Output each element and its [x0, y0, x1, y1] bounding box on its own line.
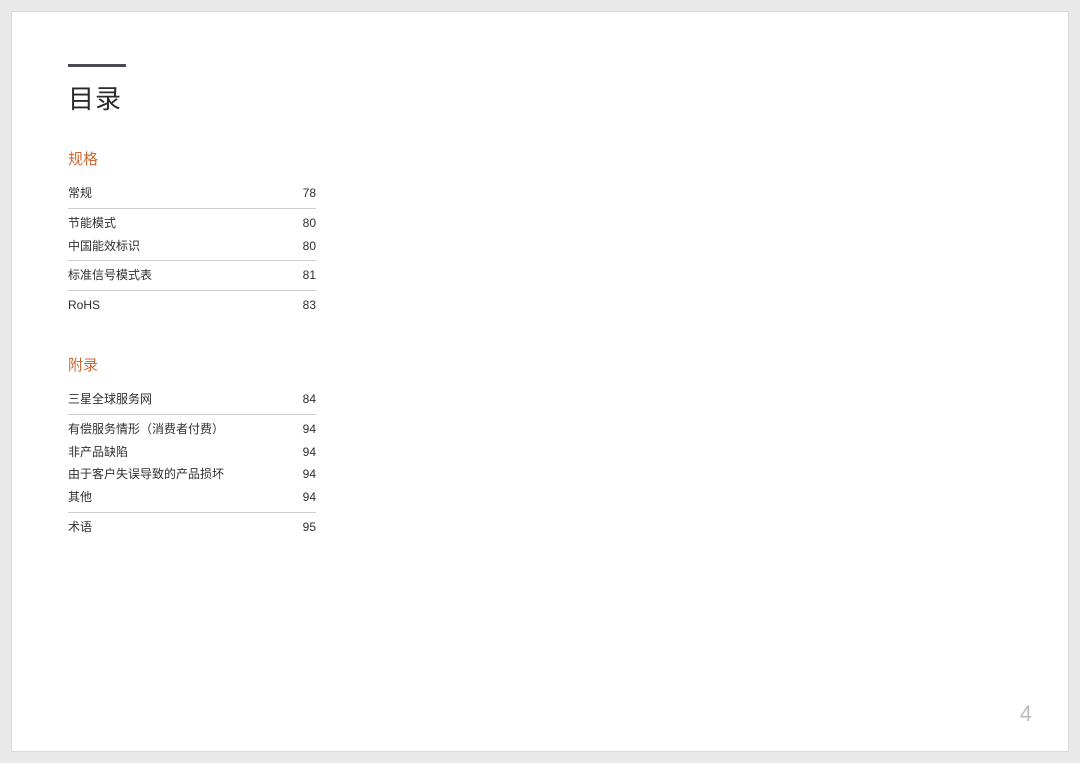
toc-entry[interactable]: 中国能效标识 80: [68, 235, 316, 261]
toc-entry[interactable]: 其他 94: [68, 486, 316, 512]
toc-entry-label: 中国能效标识: [68, 238, 292, 255]
toc-entry-label: 由于客户失误导致的产品损坏: [68, 466, 292, 483]
toc-entry[interactable]: 节能模式 80: [68, 209, 316, 235]
toc-entry[interactable]: 由于客户失误导致的产品损坏 94: [68, 463, 316, 486]
toc-entry-label: 其他: [68, 489, 292, 506]
title-rule: [68, 64, 126, 67]
toc-entry-page: 80: [292, 216, 316, 230]
toc-entry-page: 80: [292, 239, 316, 253]
toc-entry[interactable]: 三星全球服务网 84: [68, 385, 316, 414]
toc-entry[interactable]: 常规 78: [68, 179, 316, 208]
toc-entry-label: 有偿服务情形（消费者付费）: [68, 421, 292, 438]
toc-group: 三星全球服务网 84: [68, 385, 316, 414]
toc-entry[interactable]: 非产品缺陷 94: [68, 441, 316, 464]
toc-section-specs: 规格 常规 78 节能模式 80 中国能效标识 80 标准: [68, 148, 316, 320]
page-number: 4: [1020, 701, 1032, 727]
toc-entry-page: 94: [292, 422, 316, 436]
toc-entry-page: 81: [292, 268, 316, 282]
toc-entry[interactable]: RoHS 83: [68, 291, 316, 320]
toc-entry-label: 节能模式: [68, 215, 292, 232]
toc-entry[interactable]: 标准信号模式表 81: [68, 261, 316, 290]
toc-group: 常规 78: [68, 179, 316, 208]
toc-entry-label: 非产品缺陷: [68, 444, 292, 461]
toc-entry-label: 标准信号模式表: [68, 267, 292, 284]
toc-section-heading: 附录: [68, 354, 316, 375]
toc-entry-page: 94: [292, 467, 316, 481]
toc-entry-label: RoHS: [68, 297, 292, 314]
toc-section-appendix: 附录 三星全球服务网 84 有偿服务情形（消费者付费） 94 非产品缺陷 94 …: [68, 354, 316, 542]
toc-group: 标准信号模式表 81: [68, 260, 316, 290]
toc-group: 有偿服务情形（消费者付费） 94 非产品缺陷 94 由于客户失误导致的产品损坏 …: [68, 414, 316, 512]
toc-group: 节能模式 80 中国能效标识 80: [68, 208, 316, 261]
toc-entry-label: 常规: [68, 185, 292, 202]
toc-entry-page: 94: [292, 445, 316, 459]
toc-entry-label: 三星全球服务网: [68, 391, 292, 408]
toc-entry-page: 83: [292, 298, 316, 312]
toc-entry-label: 术语: [68, 519, 292, 536]
toc-section-heading: 规格: [68, 148, 316, 169]
toc-entry-page: 78: [292, 186, 316, 200]
toc-group: 术语 95: [68, 512, 316, 542]
toc-entry-page: 84: [292, 392, 316, 406]
toc-group: RoHS 83: [68, 290, 316, 320]
toc-entry-page: 94: [292, 490, 316, 504]
page-title: 目录: [68, 79, 1012, 116]
table-of-contents: 规格 常规 78 节能模式 80 中国能效标识 80 标准: [68, 148, 316, 542]
toc-entry-page: 95: [292, 520, 316, 534]
document-page: 目录 规格 常规 78 节能模式 80 中国能效标识 80: [12, 12, 1068, 751]
toc-entry[interactable]: 有偿服务情形（消费者付费） 94: [68, 415, 316, 441]
toc-entry[interactable]: 术语 95: [68, 513, 316, 542]
